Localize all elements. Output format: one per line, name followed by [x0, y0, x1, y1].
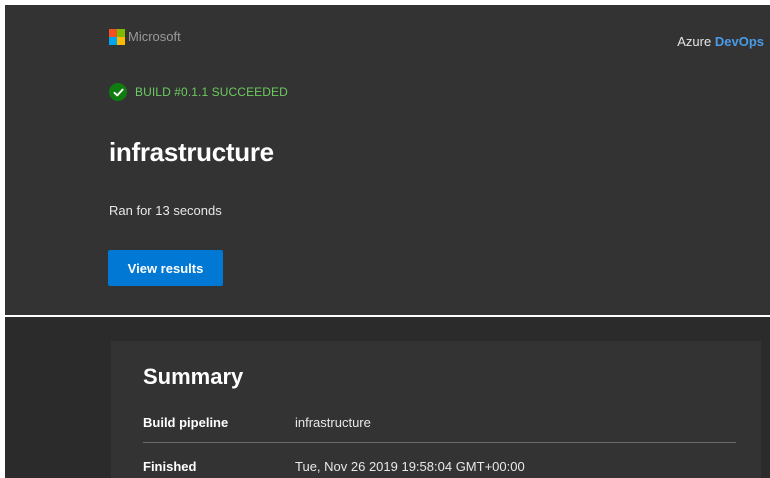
summary-heading: Summary: [143, 364, 244, 389]
microsoft-brand-text: Microsoft: [128, 29, 181, 44]
microsoft-squares-icon: [109, 29, 125, 45]
azure-devops-brand: Azure DevOps: [677, 34, 764, 49]
pipeline-title: infrastructure: [109, 137, 274, 167]
build-pipeline-value: infrastructure: [295, 415, 371, 430]
microsoft-logo: Microsoft: [109, 29, 181, 45]
build-status-text: BUILD #0.1.1 SUCCEEDED: [135, 85, 288, 99]
devops-text: DevOps: [714, 34, 764, 49]
finished-label: Finished: [143, 459, 197, 474]
build-duration: Ran for 13 seconds: [109, 203, 222, 218]
azure-text: Azure: [677, 34, 712, 49]
check-circle-icon: [109, 83, 127, 101]
build-status: BUILD #0.1.1 SUCCEEDED: [109, 83, 288, 101]
summary-row-divider: [143, 442, 736, 443]
view-results-button[interactable]: View results: [108, 250, 223, 286]
finished-value: Tue, Nov 26 2019 19:58:04 GMT+00:00: [295, 459, 525, 474]
build-pipeline-label: Build pipeline: [143, 415, 229, 430]
summary-card: [111, 341, 761, 478]
